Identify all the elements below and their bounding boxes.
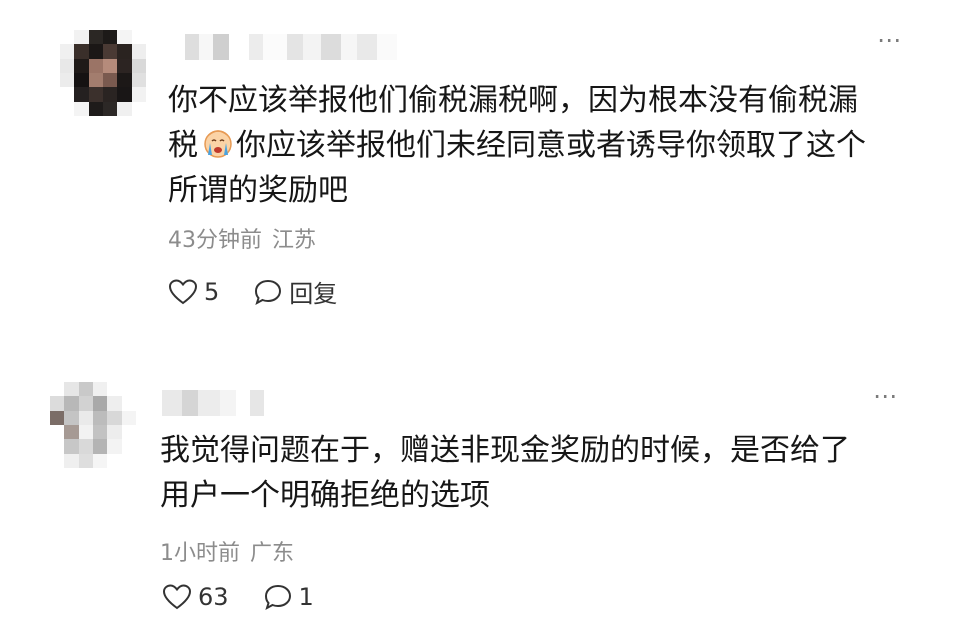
comment-bubble-icon	[255, 279, 282, 305]
comment-time: 43分钟前	[168, 228, 262, 253]
reply-label: 回复	[289, 280, 338, 308]
reply-button[interactable]: 回复	[253, 274, 337, 309]
reply-count: 1	[298, 583, 314, 611]
comment-text-line2-post: 你应该举报他们未经同意或者诱导你领取了这个	[236, 128, 866, 163]
username-blurred[interactable]	[162, 390, 264, 416]
comment-actions: 63 1	[162, 583, 348, 611]
more-options-icon[interactable]: ⋯	[873, 384, 898, 408]
reply-button[interactable]: 1	[263, 583, 314, 611]
like-count: 5	[204, 277, 220, 306]
comment-bubble-icon	[264, 584, 291, 611]
comment-location: 江苏	[272, 228, 317, 253]
crying-face-emoji-icon	[204, 130, 232, 158]
avatar-mosaic	[50, 382, 136, 468]
comment-item: ⋯ 我觉得问题在于，赠送非现金奖励的时候，是否给了 用户一个明确拒绝的选项 1小…	[0, 370, 960, 640]
comment-text: 你不应该举报他们偷税漏税啊，因为根本没有偷税漏 税 你应该举报他们未经同意或者诱…	[168, 78, 908, 213]
heart-icon	[168, 278, 198, 304]
comment-text: 我觉得问题在于，赠送非现金奖励的时候，是否给了 用户一个明确拒绝的选项	[160, 433, 850, 513]
username-blurred[interactable]	[175, 34, 397, 60]
comment-meta: 1小时前 广东	[160, 535, 294, 567]
like-button[interactable]: 5	[168, 278, 219, 306]
comment-item: ⋯ 你不应该举报他们偷税漏税啊，因为根本没有偷税漏 税 你应该举报他们未经同意或…	[0, 0, 960, 340]
like-button[interactable]: 63	[162, 583, 229, 611]
comment-time: 1小时前	[160, 541, 240, 566]
avatar[interactable]	[60, 30, 146, 116]
more-options-icon[interactable]: ⋯	[877, 28, 902, 52]
heart-icon	[162, 584, 192, 610]
comment-actions: 5 回复	[168, 274, 371, 309]
avatar-mosaic	[60, 30, 146, 116]
comment-text-line2-pre: 税	[168, 128, 198, 163]
like-count: 63	[198, 583, 229, 611]
comment-text-line1: 你不应该举报他们偷税漏税啊，因为根本没有偷税漏	[168, 83, 858, 118]
comment-location: 广东	[250, 541, 295, 566]
comment-text-line3: 所谓的奖励吧	[168, 173, 348, 208]
avatar[interactable]	[50, 382, 136, 468]
comment-meta: 43分钟前 江苏	[168, 222, 316, 254]
